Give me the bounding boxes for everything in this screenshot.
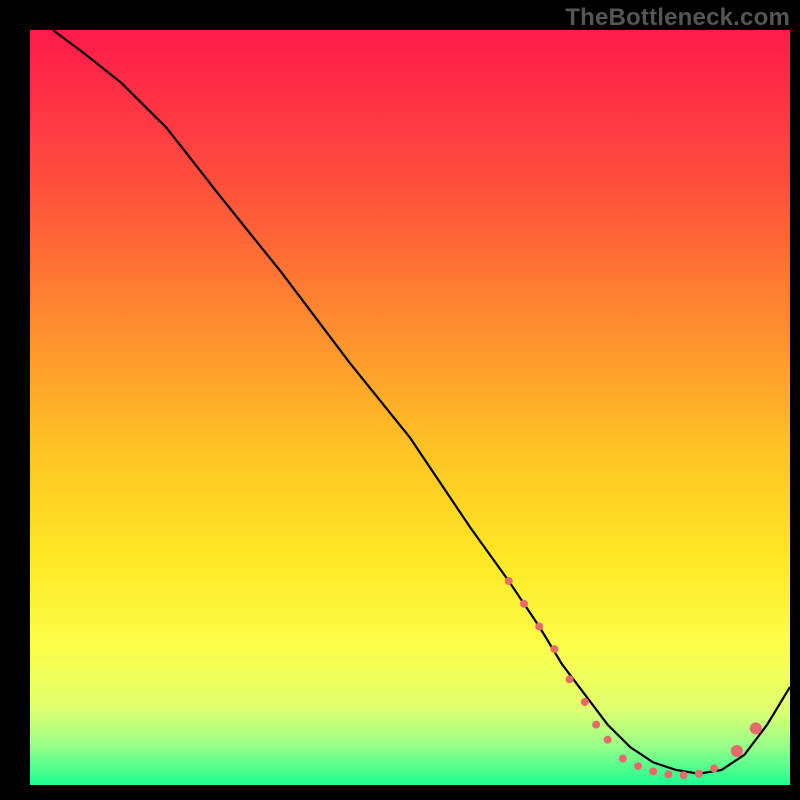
marker-dot [710,764,718,772]
marker-dot [581,698,589,706]
watermark-text: TheBottleneck.com [565,4,790,32]
chart-frame: TheBottleneck.com [0,0,800,800]
marker-dot [592,721,600,729]
marker-dot [664,770,672,778]
marker-dot [750,722,762,734]
marker-dot [566,675,574,683]
marker-dot [695,770,703,778]
marker-dot [680,771,688,779]
marker-dot [535,623,543,631]
marker-dot [604,736,612,744]
marker-dot [731,745,743,757]
marker-dot [550,645,558,653]
marker-dot [520,600,528,608]
marker-dot [649,767,657,775]
marker-dot [634,762,642,770]
marker-dot [505,577,513,585]
marker-dot [619,755,627,763]
plot-background [30,30,790,785]
bottleneck-chart [0,0,800,800]
